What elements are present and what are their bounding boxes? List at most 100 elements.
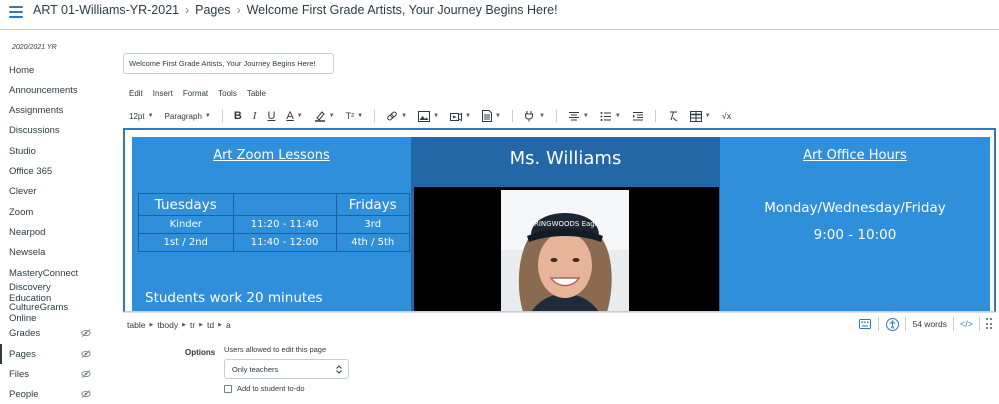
teacher-name-heading: Ms. Williams	[509, 148, 622, 169]
chevron-down-icon: ▼	[204, 113, 211, 119]
font-size-select[interactable]: 12pt ▼	[129, 112, 154, 121]
nav-item-studio[interactable]: Studio	[0, 141, 105, 161]
nav-item-nearpod[interactable]: Nearpod	[0, 222, 105, 242]
chevron-down-icon: ▼	[538, 113, 545, 119]
html-editor-toggle[interactable]: </>	[960, 317, 973, 331]
keyboard-shortcuts-icon[interactable]	[858, 317, 872, 331]
caret-right-icon: ▶	[149, 322, 154, 328]
toolbar-divider	[221, 110, 223, 122]
menu-format[interactable]: Format	[183, 89, 208, 98]
nav-item-discussions[interactable]: Discussions	[0, 120, 105, 140]
nav-item-home[interactable]: Home	[0, 60, 105, 80]
nav-label: Discussions	[9, 124, 60, 136]
document-button[interactable]: ▼	[481, 110, 501, 122]
path-item[interactable]: td	[207, 320, 214, 330]
image-icon	[418, 110, 431, 122]
block-format-value: Paragraph	[164, 111, 202, 121]
accessibility-checker-icon[interactable]	[885, 317, 899, 331]
chevron-down-icon: ▼	[494, 113, 501, 119]
nav-label: Files	[9, 368, 30, 380]
chevron-down-icon: ▼	[147, 113, 154, 119]
art-office-hours-link[interactable]: Art Office Hours	[720, 148, 990, 163]
image-button[interactable]: ▼	[418, 110, 440, 122]
statusbar-divider	[878, 317, 880, 331]
media-button[interactable]: ▼	[450, 111, 471, 122]
statusbar-divider	[905, 317, 907, 331]
nav-item-zoom[interactable]: Zoom	[0, 202, 105, 222]
chevron-down-icon: ▼	[433, 113, 440, 119]
nav-item-newsela[interactable]: Newsela	[0, 242, 105, 262]
table-row: Tuesdays Fridays	[138, 193, 410, 216]
nav-label: Discovery Education	[9, 282, 52, 304]
nav-item-masteryconnect[interactable]: MasteryConnect	[0, 263, 105, 283]
highlighter-icon	[314, 111, 325, 122]
nav-item-clever[interactable]: Clever	[0, 181, 105, 201]
list-button[interactable]: ▼	[600, 111, 621, 122]
caret-right-icon: ▶	[218, 322, 222, 328]
statusbar-divider	[952, 317, 954, 331]
indent-button[interactable]	[632, 111, 644, 122]
breadcrumb-course[interactable]: ART 01-Williams-YR-2021	[33, 3, 179, 17]
nav-item-discovery-education[interactable]: Discovery Education	[0, 282, 105, 304]
table-cell: Fridays	[335, 193, 410, 216]
align-button[interactable]: ▼	[568, 111, 589, 122]
zoom-schedule-table: Tuesdays Fridays Kinder 11:20 - 11:40 3r…	[138, 193, 410, 252]
path-item[interactable]: a	[226, 320, 231, 330]
nav-item-announcements[interactable]: Announcements	[0, 80, 105, 100]
link-button[interactable]: ▼	[386, 110, 407, 122]
text-color-button[interactable]: A ▼	[286, 110, 302, 122]
chevron-down-icon: ▼	[296, 113, 303, 119]
menu-insert[interactable]: Insert	[153, 89, 173, 98]
chevron-down-icon: ▼	[465, 113, 471, 119]
eye-slash-icon	[81, 349, 91, 359]
table-row: 1st / 2nd 11:40 - 12:00 4th / 5th	[138, 233, 410, 252]
nav-item-assignments[interactable]: Assignments	[0, 100, 105, 120]
breadcrumb: ART 01-Williams-YR-2021 › Pages › Welcom…	[33, 3, 558, 17]
breadcrumb-pages[interactable]: Pages	[195, 3, 230, 17]
art-zoom-lessons-link[interactable]: Art Zoom Lessons	[132, 148, 411, 163]
edit-permission-select[interactable]: Only teachers	[224, 359, 349, 379]
editor-toolbar: 12pt ▼ Paragraph ▼ B I U A ▼ ▼ T² ▼ ▼ ▼ ▼ ▼ …	[129, 107, 742, 125]
align-center-icon	[568, 111, 579, 120]
table-cell: Tuesdays	[138, 193, 234, 216]
highlight-button[interactable]: ▼	[314, 110, 335, 122]
superscript-button[interactable]: T² ▼	[346, 110, 363, 122]
equation-button[interactable]: √x	[722, 110, 731, 122]
menu-table[interactable]: Table	[247, 89, 266, 98]
bold-button[interactable]: B	[234, 110, 242, 122]
rich-content-editor[interactable]: Art Zoom Lessons Tuesdays Fridays Kinder…	[123, 128, 996, 312]
italic-button[interactable]: I	[253, 110, 257, 122]
nav-label: Grades	[9, 327, 41, 339]
hamburger-menu-icon[interactable]	[9, 6, 23, 18]
toolbar-divider	[511, 110, 513, 122]
nav-item-pages[interactable]: Pages	[0, 344, 105, 364]
nav-item-culturegrams[interactable]: CultureGrams Online	[0, 302, 105, 324]
table-button[interactable]: ▼	[689, 110, 711, 122]
nav-label: Office 365	[9, 165, 53, 177]
teacher-video-frame[interactable]: SPRINGWOODS Eagles	[414, 187, 719, 311]
underline-button[interactable]: U	[267, 110, 275, 122]
italic-icon: I	[252, 110, 257, 122]
zoom-lessons-cell: Art Zoom Lessons Tuesdays Fridays Kinder…	[132, 137, 411, 311]
statusbar-actions: 54 words </>	[858, 317, 992, 331]
student-todo-checkbox[interactable]	[224, 384, 232, 393]
path-item[interactable]: tr	[190, 320, 195, 330]
resize-handle-icon[interactable]	[986, 318, 992, 330]
apps-button[interactable]: ▼	[524, 110, 545, 122]
word-count: 54 words	[912, 319, 947, 329]
path-item[interactable]: table	[127, 320, 145, 330]
nav-item-people[interactable]: People	[0, 384, 105, 404]
page-title-input[interactable]: Welcome First Grade Artists, Your Journe…	[123, 53, 334, 74]
nav-item-files[interactable]: Files	[0, 364, 105, 384]
block-format-select[interactable]: Paragraph ▼	[165, 112, 211, 121]
path-item[interactable]: tbody	[157, 320, 178, 330]
nav-label: Nearpod	[9, 226, 46, 238]
office-hours-text: Monday/Wednesday/Friday 9:00 - 10:00	[720, 195, 990, 249]
toolbar-divider	[374, 110, 376, 122]
nav-item-office-365[interactable]: Office 365	[0, 161, 105, 181]
clear-format-button[interactable]	[667, 110, 679, 122]
table-cell: 11:20 - 11:40	[232, 215, 337, 234]
menu-tools[interactable]: Tools	[218, 89, 237, 98]
menu-edit[interactable]: Edit	[129, 89, 143, 98]
nav-item-grades[interactable]: Grades	[0, 323, 105, 343]
